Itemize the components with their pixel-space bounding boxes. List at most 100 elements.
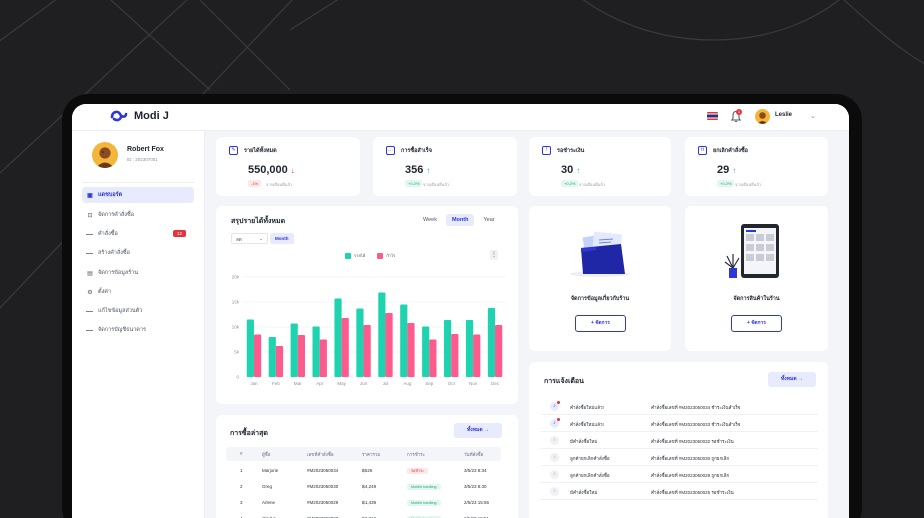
y-tick-label: 5k [234, 350, 240, 355]
revenue-summary-card: สรุปรายได้ทั้งหมด Week Month Year ลด ⌄ Mo… [216, 206, 518, 404]
logo[interactable]: Modi J [110, 109, 169, 122]
app-name: Modi J [134, 109, 169, 122]
bar-revenue[interactable] [444, 320, 452, 377]
sidebar-item-shop-info[interactable]: ▤ จัดการข้อมูลร้าน [82, 265, 194, 281]
dash-icon [86, 233, 93, 235]
bar-profit[interactable] [473, 334, 481, 378]
dash-icon [86, 310, 93, 312]
table-cell: #M2023050030 [307, 484, 339, 489]
bar-revenue[interactable] [422, 326, 430, 378]
x-tick-label: Sep [425, 381, 434, 386]
recent-purchases-card: การซื้อล่าสุด ทั้งหมด → # ผู้ซื้อ เลขที่คำ… [216, 415, 518, 518]
stat-title: ยกเลิกคำสั่งซื้อ [713, 148, 748, 154]
bar-chart: 20k 15k 10k 5k 0 Jan Feb Mar Apr May Jun Jul Aug Sep O… [232, 275, 506, 386]
logo-icon [110, 110, 128, 122]
stat-title: การซื้อสำเร็จ [401, 148, 432, 154]
manage-shop-info-button[interactable]: + จัดการ [575, 315, 626, 332]
table-cell: 3/5/23 8:30 [464, 484, 487, 489]
table-cell: 3 [240, 500, 243, 505]
notification-label: ลูกค้ายกเลิกคำสั่งซื้อ [570, 473, 610, 478]
bar-profit[interactable] [363, 325, 371, 377]
gear-icon: ⚙ [87, 289, 93, 296]
stat-card-success: … การซื้อสำเร็จ 356 ↑ +0.2% จากเดือนที่แล… [373, 137, 517, 196]
payment-status-badge: Mobile banking [407, 500, 441, 506]
unread-dot [557, 401, 560, 404]
x-tick-label: Feb [272, 381, 280, 386]
notification-item[interactable]: ♪ มีคำสั่งซื้อใหม่ คำสั่งซื้อเลขที่ #M2023… [540, 484, 818, 500]
table-cell: ฿4,249 [362, 484, 377, 489]
bar-profit[interactable] [275, 346, 284, 377]
bar-profit[interactable] [429, 339, 437, 378]
lock-icon: ⊓ [698, 146, 707, 155]
stat-value: 356 ↑ [405, 164, 431, 176]
stat-title: รอชำระเงิน [557, 148, 585, 154]
info-icon: ! [542, 146, 551, 155]
view-all-notifications-button[interactable]: ทั้งหมด → [768, 372, 816, 387]
bar-profit[interactable] [385, 313, 393, 377]
bar-revenue[interactable] [378, 292, 386, 378]
bell-icon: ♪ [550, 436, 559, 445]
tablet-illustration [724, 224, 779, 278]
sidebar-item-orders[interactable]: คำสั่งซื้อ 12 [82, 226, 194, 242]
bar-revenue[interactable] [312, 326, 320, 378]
bar-profit[interactable] [451, 334, 459, 377]
bar-revenue[interactable] [356, 308, 364, 378]
dash-icon [86, 329, 93, 331]
bar-revenue[interactable] [400, 304, 408, 378]
bar-revenue[interactable] [487, 308, 496, 377]
notification-item[interactable]: ♪ ลูกค้ายกเลิกคำสั่งซื้อ คำสั่งซื้อเลขที่ … [540, 450, 818, 466]
sidebar-item-dashboard[interactable]: ▣ แดชบอร์ด [82, 187, 194, 203]
bar-revenue[interactable] [334, 298, 342, 378]
stat-note: จากเดือนที่แล้ว [266, 182, 293, 187]
notification-item[interactable]: ♪ คำสั่งซื้อใหม่แล้ว! คำสั่งซื้อเลขที่ #M2… [540, 416, 818, 432]
sidebar-item-settings[interactable]: ⚙ ตั้งค่า [82, 284, 194, 300]
user-avatar[interactable] [755, 109, 770, 124]
sidebar-item-bank-accounts[interactable]: จัดการบัญชีธนาคาร [82, 322, 194, 338]
sidebar-item-label: จัดการบัญชีธนาคาร [98, 327, 147, 333]
bar-profit[interactable] [253, 334, 262, 378]
notification-item[interactable]: ♪ ลูกค้ายกเลิกคำสั่งซื้อ คำสั่งซื้อเลขที่ … [540, 467, 818, 483]
trend-up-icon: ↑ [426, 166, 431, 175]
bar-profit[interactable] [341, 318, 349, 377]
notification-label: มีคำสั่งซื้อใหม่ [570, 490, 598, 495]
table-cell: #M2023050034 [307, 468, 339, 473]
bar-revenue[interactable] [290, 323, 298, 378]
shop-products-card: จัดการสินค้าในร้าน + จัดการ [685, 206, 828, 351]
y-tick-label: 20k [232, 275, 240, 280]
x-tick-label: Jul [383, 381, 389, 386]
x-tick-label: Aug [403, 381, 412, 386]
notification-item[interactable]: ♪ คำสั่งซื้อใหม่แล้ว! คำสั่งซื้อเลขที่ #M2… [540, 399, 818, 415]
bar-revenue[interactable] [268, 337, 276, 377]
thai-flag-icon[interactable] [707, 112, 718, 120]
view-all-purchases-button[interactable]: ทั้งหมด → [454, 423, 502, 438]
user-name[interactable]: Leslie [775, 112, 792, 118]
dashboard-icon: ▣ [87, 192, 93, 199]
table-header-cell: ผู้ซื้อ [262, 452, 271, 457]
shop-info-card: จัดการข้อมูลเกี่ยวกับร้าน + จัดการ [529, 206, 671, 351]
chevron-down-icon[interactable]: ⌄ [810, 112, 816, 120]
sidebar-item-edit-profile[interactable]: แก้ไขข้อมูลส่วนตัว [82, 303, 194, 319]
table-header-cell: # [240, 451, 243, 456]
sidebar-item-label: ตั้งค่า [98, 289, 112, 295]
shop-info-title: จัดการข้อมูลเกี่ยวกับร้าน [570, 296, 630, 302]
manage-products-button[interactable]: + จัดการ [731, 315, 782, 332]
sidebar-item-manage-orders[interactable]: ⊡ จัดการคำสั่งซื้อ [82, 207, 194, 223]
clipboard-icon: ▤ [87, 270, 93, 277]
table-header-cell: ราคารวม [362, 452, 381, 457]
bar-revenue[interactable] [465, 320, 474, 377]
payment-status-badge: Mobile banking [407, 484, 441, 490]
bar-profit[interactable] [495, 325, 503, 377]
divider [82, 182, 194, 183]
notification-item[interactable]: ♪ มีคำสั่งซื้อใหม่ คำสั่งซื้อเลขที่ #M2023… [540, 433, 818, 449]
stat-value: 29 ↑ [717, 164, 737, 176]
stat-change-badge: +0.2% [717, 180, 735, 187]
bell-icon: ♪ [550, 453, 559, 462]
app-screen: Modi J 1 Leslie ⌄ Robert Fox ID : 202307… [72, 104, 849, 518]
bar-profit[interactable] [407, 323, 415, 377]
bar-revenue[interactable] [246, 319, 254, 378]
sidebar-item-create-order[interactable]: สร้างคำสั่งซื้อ [82, 245, 194, 261]
bar-profit[interactable] [319, 339, 327, 378]
sidebar-item-label: แดชบอร์ด [98, 192, 123, 198]
bar-profit[interactable] [297, 335, 305, 377]
dash-icon [86, 252, 93, 254]
